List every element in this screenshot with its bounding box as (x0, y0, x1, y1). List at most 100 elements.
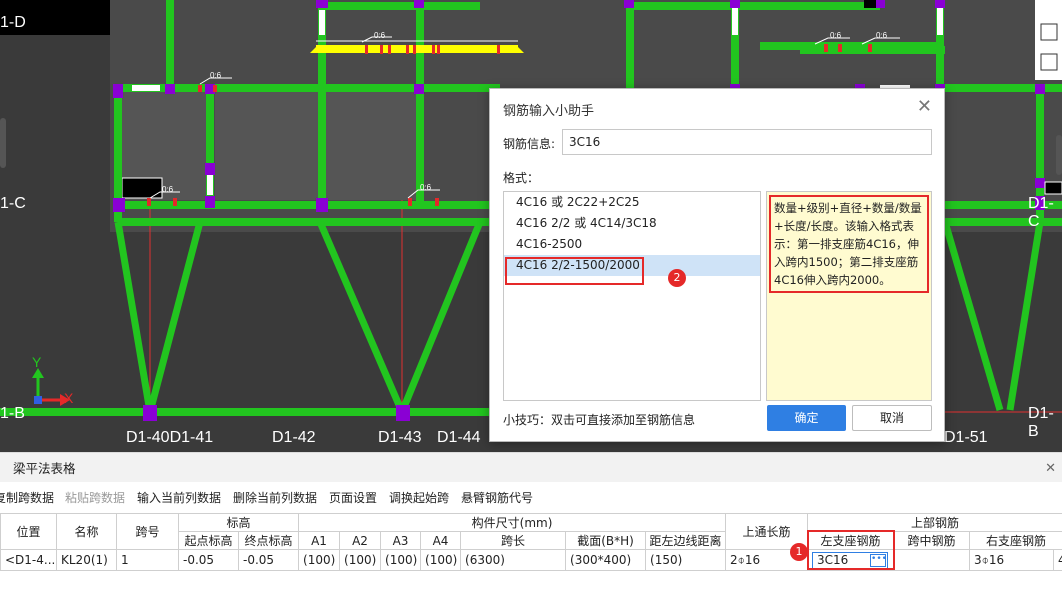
cell-a2[interactable]: (100) (339, 549, 382, 571)
header-position: 位置 (0, 513, 57, 550)
axis-label-D1-C: D1-C (1028, 195, 1054, 230)
step-badge-2: 2 (668, 269, 686, 287)
header-dims: 构件尺寸(mm) (298, 513, 727, 532)
right-scroll-handle[interactable] (1056, 135, 1062, 175)
column (875, 0, 885, 8)
highlight-box (807, 530, 895, 570)
paste-span-button[interactable]: 粘贴跨数据 (65, 489, 125, 506)
beam-mark: 0:6 (876, 31, 888, 40)
slab-panel (215, 90, 320, 200)
header-a1: A1 (298, 531, 341, 550)
beam-table-panel: 梁平法表格 ✕ 复制跨数据 粘贴跨数据 输入当前列数据 删除当前列数据 页面设置… (0, 452, 1062, 601)
column (316, 0, 328, 8)
step-badge-1: 1 (790, 543, 808, 561)
format-item[interactable]: 4C16-2500 (504, 234, 760, 255)
highlight-box (505, 257, 644, 285)
column (414, 84, 424, 94)
column (143, 405, 157, 421)
beam-table: 位置 名称 跨号 标高 构件尺寸(mm) 上通长筋 上部钢筋 起点标高 终点标高… (0, 513, 1062, 571)
column (316, 198, 328, 212)
axis-label-D1-B: D1-B (1028, 405, 1054, 440)
cell-name[interactable]: KL20(1) (56, 549, 117, 571)
format-item[interactable]: 4C16 2/2 或 4C14/3C18 (504, 213, 760, 234)
cell-start-elev[interactable]: -0.05 (178, 549, 239, 571)
cell-mid-span[interactable] (893, 549, 971, 571)
beam-mark: 0:6 (162, 185, 174, 194)
table-row[interactable]: <D1-4... KL20(1) 1 -0.05 -0.05 (100) (10… (0, 549, 1062, 571)
black-box (121, 177, 163, 199)
header-elevation: 标高 (177, 513, 300, 532)
cell-edge-dist[interactable]: (150) (645, 549, 727, 571)
column (624, 0, 634, 8)
axis-label-D1-42: D1-42 (272, 429, 316, 446)
black-box (864, 0, 876, 8)
cell-span-no[interactable]: 1 (116, 549, 179, 571)
axis-y-label: Y (32, 354, 42, 370)
cell-a3[interactable]: (100) (380, 549, 422, 571)
tip-text: 小技巧：双击可直接添加至钢筋信息 (503, 413, 696, 427)
input-column-button[interactable]: 输入当前列数据 (137, 489, 221, 506)
beam-mark: 0:6 (420, 183, 432, 192)
cell-section[interactable]: (300*400) (565, 549, 647, 571)
beam-mark: 0:6 (830, 31, 842, 40)
beam (398, 220, 484, 414)
header-edge-dist: 距左边线距离 (645, 531, 727, 550)
format-description-panel: 数量+级别+直径+数量/数量+长度/长度。该输入格式表示：第一排支座筋4C16，… (766, 191, 932, 401)
format-item[interactable]: 4C16 或 2C22+2C25 (504, 192, 760, 213)
rebar-info-input[interactable] (562, 129, 932, 155)
panel-close-icon[interactable]: ✕ (1045, 461, 1056, 476)
selected-beam-body (316, 45, 518, 53)
ok-button[interactable]: 确定 (767, 405, 846, 431)
header-span-no: 跨号 (116, 513, 179, 550)
format-list[interactable]: 4C16 或 2C22+2C25 4C16 2/2 或 4C14/3C18 4C… (503, 191, 761, 401)
column (165, 84, 175, 94)
cell-a4[interactable]: (100) (420, 549, 462, 571)
delete-column-button[interactable]: 删除当前列数据 (233, 489, 317, 506)
left-scroll-handle[interactable] (0, 118, 6, 168)
copy-span-button[interactable]: 复制跨数据 (0, 489, 54, 506)
column (113, 84, 123, 98)
beam (1006, 221, 1044, 411)
cell-right-support[interactable]: 3⌽16 (969, 549, 1055, 571)
page-setup-button[interactable]: 页面设置 (329, 489, 377, 506)
cell-position[interactable]: <D1-4... (0, 549, 57, 571)
swap-start-span-button[interactable]: 调换起始跨 (389, 489, 449, 506)
header-a4: A4 (420, 531, 462, 550)
axis-label-D1-44: D1-44 (437, 429, 481, 446)
rebar-info-label: 钢筋信息: (503, 137, 556, 151)
cell-span-len[interactable]: (6300) (460, 549, 567, 571)
column (205, 163, 215, 175)
header-right-support: 右支座钢筋 (969, 531, 1062, 550)
beam (941, 221, 1004, 411)
rebar-input-dialog: 钢筋输入小助手 ✕ 钢筋信息: 格式： 4C16 或 2C22+2C25 4C1… (489, 88, 945, 442)
header-a2: A2 (339, 531, 382, 550)
table-header-row: 位置 名称 跨号 标高 构件尺寸(mm) 上通长筋 上部钢筋 (0, 513, 1062, 550)
header-span-len: 跨长 (460, 531, 567, 550)
axis-label-D1-40: D1-40D1-41 (126, 429, 214, 446)
close-icon[interactable]: ✕ (917, 96, 932, 117)
header-mid-span: 跨中钢筋 (893, 531, 971, 550)
column (1035, 178, 1045, 188)
cell-extra[interactable]: 4 (1053, 549, 1062, 571)
header-end-elev: 终点标高 (237, 531, 300, 550)
cancel-button[interactable]: 取消 (852, 405, 932, 431)
axis-label-1-D: 1-D (0, 14, 26, 31)
column (414, 0, 424, 8)
axis-x-label: X (64, 390, 74, 406)
column (113, 198, 125, 212)
axis-label-D1-43: D1-43 (378, 429, 422, 446)
cell-a1[interactable]: (100) (298, 549, 341, 571)
column (1035, 84, 1045, 94)
beam (114, 221, 154, 413)
header-a3: A3 (380, 531, 422, 550)
header-start-elev: 起点标高 (178, 531, 239, 550)
slab-panel (322, 90, 422, 200)
column (205, 196, 215, 208)
black-box (1044, 181, 1062, 195)
beam-mark: 0:6 (210, 71, 222, 80)
cantilever-code-button[interactable]: 悬臂钢筋代号 (461, 489, 533, 506)
axis-label-1-C: 1-C (0, 195, 26, 212)
column (730, 0, 740, 8)
cell-end-elev[interactable]: -0.05 (237, 549, 300, 571)
beam (316, 220, 406, 414)
